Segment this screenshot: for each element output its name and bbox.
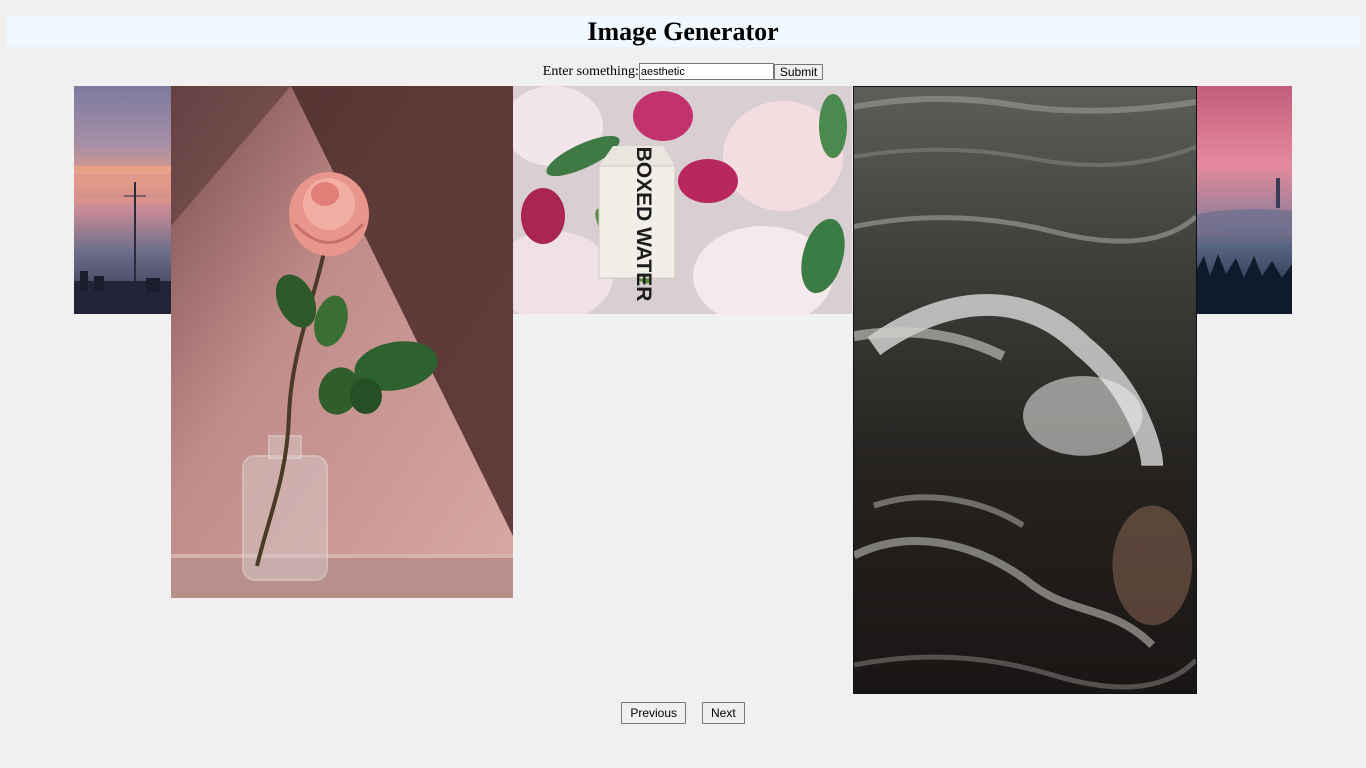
- sunset-sky-photo: [74, 86, 171, 314]
- search-form: Enter something: Submit: [0, 63, 1366, 80]
- pink-forest-photo: [1196, 86, 1292, 314]
- flowers-carton-photo: BOXED WATER: [513, 86, 852, 314]
- page-title: Image Generator: [587, 16, 779, 46]
- next-button[interactable]: Next: [702, 702, 745, 724]
- search-input[interactable]: [638, 63, 774, 80]
- previous-button[interactable]: Previous: [621, 702, 686, 724]
- carton-text: BOXED WATER: [632, 147, 655, 302]
- page-header: Image Generator: [6, 16, 1360, 47]
- ocean-waves-photo: [853, 86, 1197, 694]
- submit-button[interactable]: Submit: [773, 63, 824, 80]
- rose-vase-photo: [171, 86, 513, 598]
- pagination: Previous Next: [0, 702, 1366, 724]
- search-label: Enter something:: [542, 63, 639, 79]
